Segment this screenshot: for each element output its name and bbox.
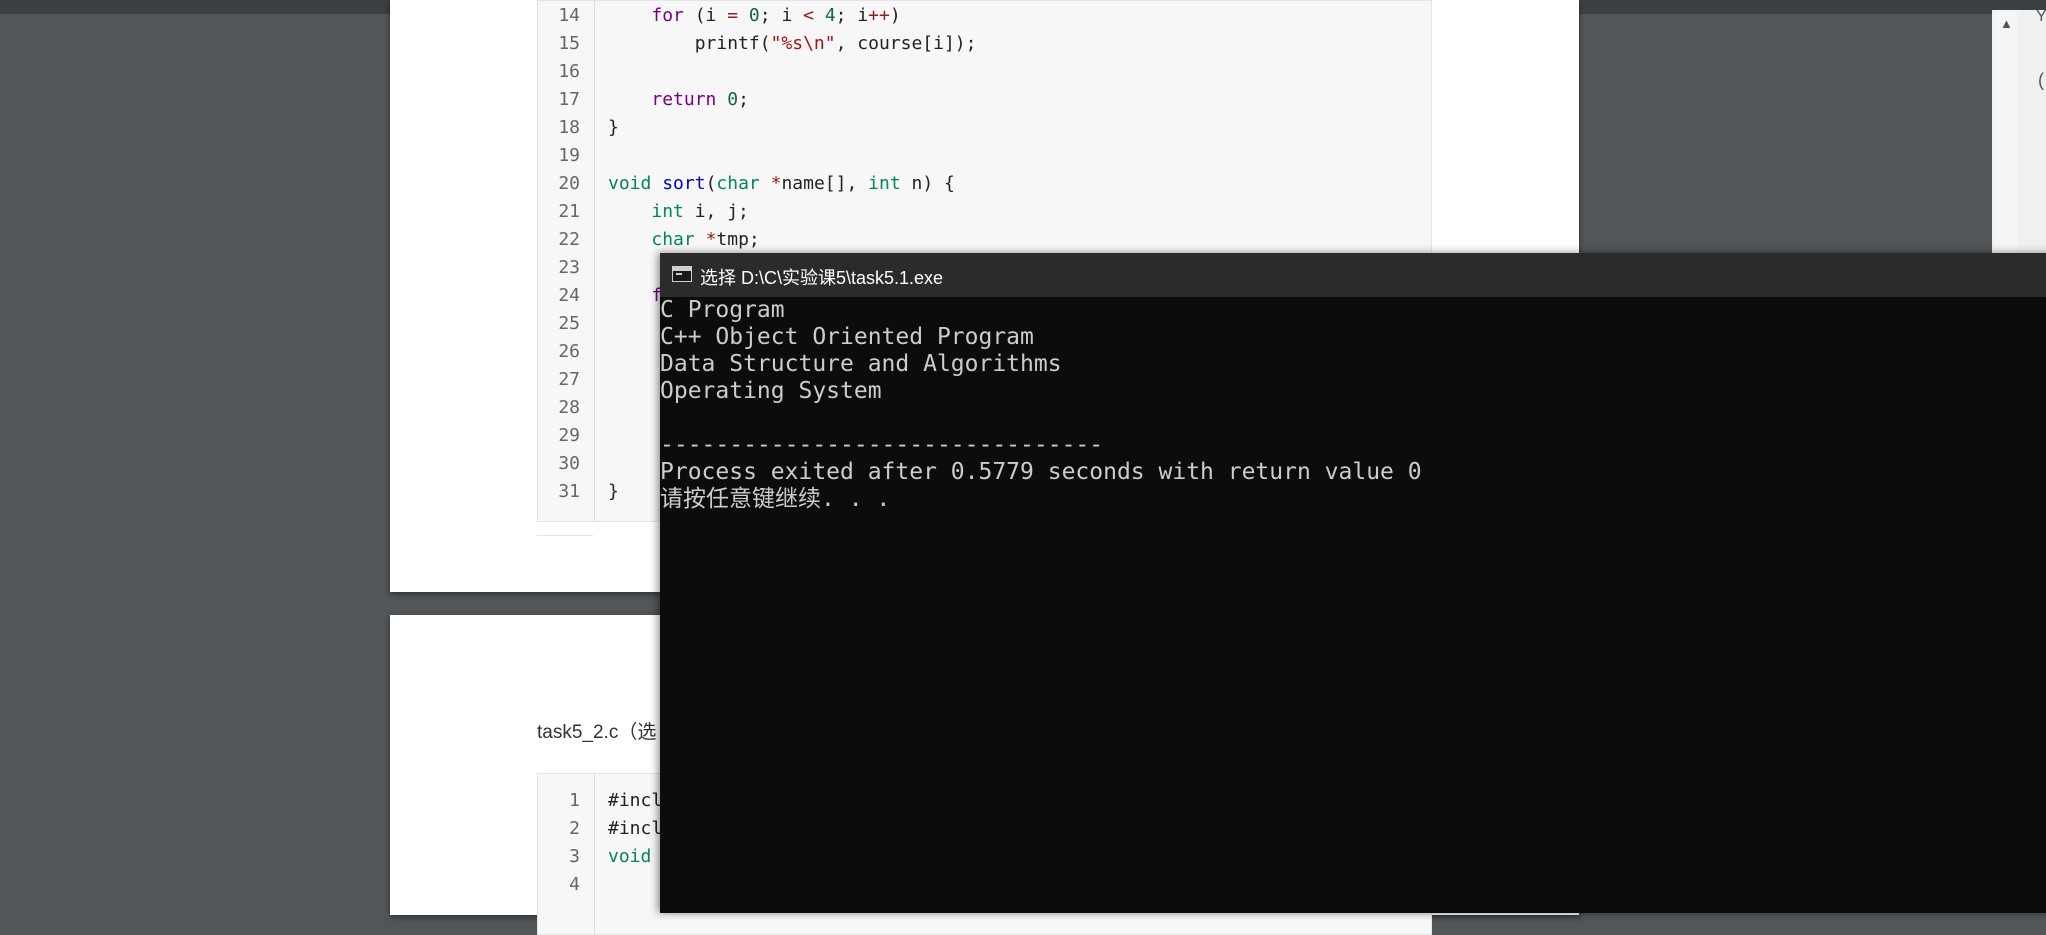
line-number: 22: [558, 229, 580, 250]
code-line: 22 char *tmp;: [538, 226, 1431, 254]
panel-glyph-mid: (: [2038, 70, 2044, 90]
code-line: 15 printf("%s\n", course[i]);: [538, 30, 1431, 58]
line-number: 25: [558, 313, 580, 334]
code-text: #incl: [608, 818, 663, 839]
line-number: 31: [558, 481, 580, 502]
line-number: 29: [558, 425, 580, 446]
code-line: 14 for (i = 0; i < 4; i++): [538, 2, 1431, 30]
console-output-line: Process exited after 0.5779 seconds with…: [660, 459, 1422, 485]
line-number: 4: [569, 874, 580, 895]
code-text: for (i = 0; i < 4; i++): [651, 5, 901, 26]
line-number: 16: [558, 61, 580, 82]
line-number: 24: [558, 285, 580, 306]
line-number: 18: [558, 117, 580, 138]
code-line: 16: [538, 58, 1431, 86]
code-text: }: [608, 117, 619, 138]
line-number: 15: [558, 33, 580, 54]
code-text: }: [608, 481, 619, 502]
panel-glyph-top: Y: [2036, 8, 2046, 25]
line-number: 2: [569, 818, 580, 839]
code-text: #incl: [608, 790, 663, 811]
section-label-task5-2: task5_2.c（选: [537, 722, 657, 743]
line-number: 26: [558, 341, 580, 362]
code-line: 18}: [538, 114, 1431, 142]
line-number: 19: [558, 145, 580, 166]
code-text: char *tmp;: [651, 229, 760, 250]
console-app-icon: [672, 266, 692, 282]
line-number: 30: [558, 453, 580, 474]
line-number: 21: [558, 201, 580, 222]
code-text: void: [608, 846, 652, 867]
scroll-up-arrow-icon[interactable]: ▲: [2000, 16, 2013, 31]
line-number: 27: [558, 369, 580, 390]
code-line: 20 void sort(char *name[], int n) {: [538, 170, 1431, 198]
console-output-line: 请按任意键继续. . .: [660, 486, 891, 512]
line-number: 20: [558, 173, 580, 194]
console-output-line: C Program: [660, 297, 785, 323]
line-number: 14: [558, 5, 580, 26]
console-output: C Program C++ Object Oriented Program Data…: [660, 297, 1422, 513]
code-line: 21 int i, j;: [538, 198, 1431, 226]
console-output-line: Operating System: [660, 378, 882, 404]
console-output-line: Data Structure and Algorithms: [660, 351, 1062, 377]
code-text: void sort(char *name[], int n) {: [608, 173, 955, 194]
console-output-line: C++ Object Oriented Program: [660, 324, 1034, 350]
code-text: f: [651, 285, 663, 306]
console-window-title: 选择 D:\C\实验课5\task5.1.exe: [700, 268, 944, 288]
code-line: 19: [538, 142, 1431, 170]
console-window[interactable]: 选择 D:\C\实验课5\task5.1.exe C Program C++ Ob…: [660, 253, 2046, 913]
code-line: 17 return 0;: [538, 86, 1431, 114]
line-number: 23: [558, 257, 580, 278]
line-number: 1: [569, 790, 580, 811]
code-text: return 0;: [651, 89, 749, 110]
page-divider-mark: [537, 535, 593, 536]
line-number: 28: [558, 397, 580, 418]
console-output-line: --------------------------------: [660, 432, 1104, 458]
line-number: 3: [569, 846, 580, 867]
code-text: int i, j;: [651, 201, 749, 222]
console-title-bar[interactable]: 选择 D:\C\实验课5\task5.1.exe: [660, 253, 2046, 297]
code-text: printf("%s\n", course[i]);: [608, 33, 977, 54]
line-number: 17: [558, 89, 580, 110]
